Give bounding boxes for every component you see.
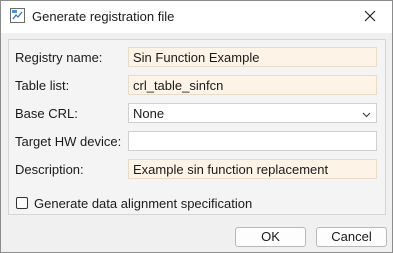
cancel-button[interactable]: Cancel — [316, 227, 387, 247]
close-icon — [364, 10, 376, 25]
description-label: Description: — [15, 162, 84, 177]
registry-name-label: Registry name: — [15, 50, 103, 65]
target-hw-device-input[interactable] — [128, 131, 377, 151]
window-title: Generate registration file — [32, 9, 175, 24]
registry-name-row: Registry name: — [9, 47, 385, 69]
base-crl-label: Base CRL: — [15, 106, 78, 121]
button-bar: OK Cancel — [1, 220, 392, 252]
table-list-label: Table list: — [15, 78, 70, 93]
form-panel: Registry name: Table list: Base CRL: Non… — [8, 39, 386, 215]
base-crl-row: Base CRL: None — [9, 103, 385, 125]
matlab-figure-icon — [10, 8, 25, 23]
data-alignment-checkbox[interactable] — [16, 197, 28, 209]
data-alignment-label[interactable]: Generate data alignment specification — [34, 196, 252, 211]
dialog-content: Registry name: Table list: Base CRL: Non… — [1, 33, 392, 220]
ok-button[interactable]: OK — [235, 227, 306, 247]
close-button[interactable] — [352, 3, 388, 31]
dialog-window: Generate registration file Registry name… — [0, 0, 393, 253]
chevron-down-icon — [361, 108, 372, 119]
target-hw-device-row: Target HW device: — [9, 131, 385, 153]
base-crl-selected-value: None — [133, 106, 165, 121]
base-crl-dropdown[interactable]: None — [128, 103, 377, 123]
description-row: Description: — [9, 159, 385, 181]
table-list-row: Table list: — [9, 75, 385, 97]
table-list-input[interactable] — [128, 75, 377, 95]
data-alignment-option[interactable]: Generate data alignment specification — [16, 195, 252, 211]
target-hw-device-label: Target HW device: — [15, 134, 122, 149]
description-input[interactable] — [128, 159, 377, 179]
registry-name-input[interactable] — [128, 47, 377, 67]
title-bar[interactable]: Generate registration file — [1, 1, 392, 33]
